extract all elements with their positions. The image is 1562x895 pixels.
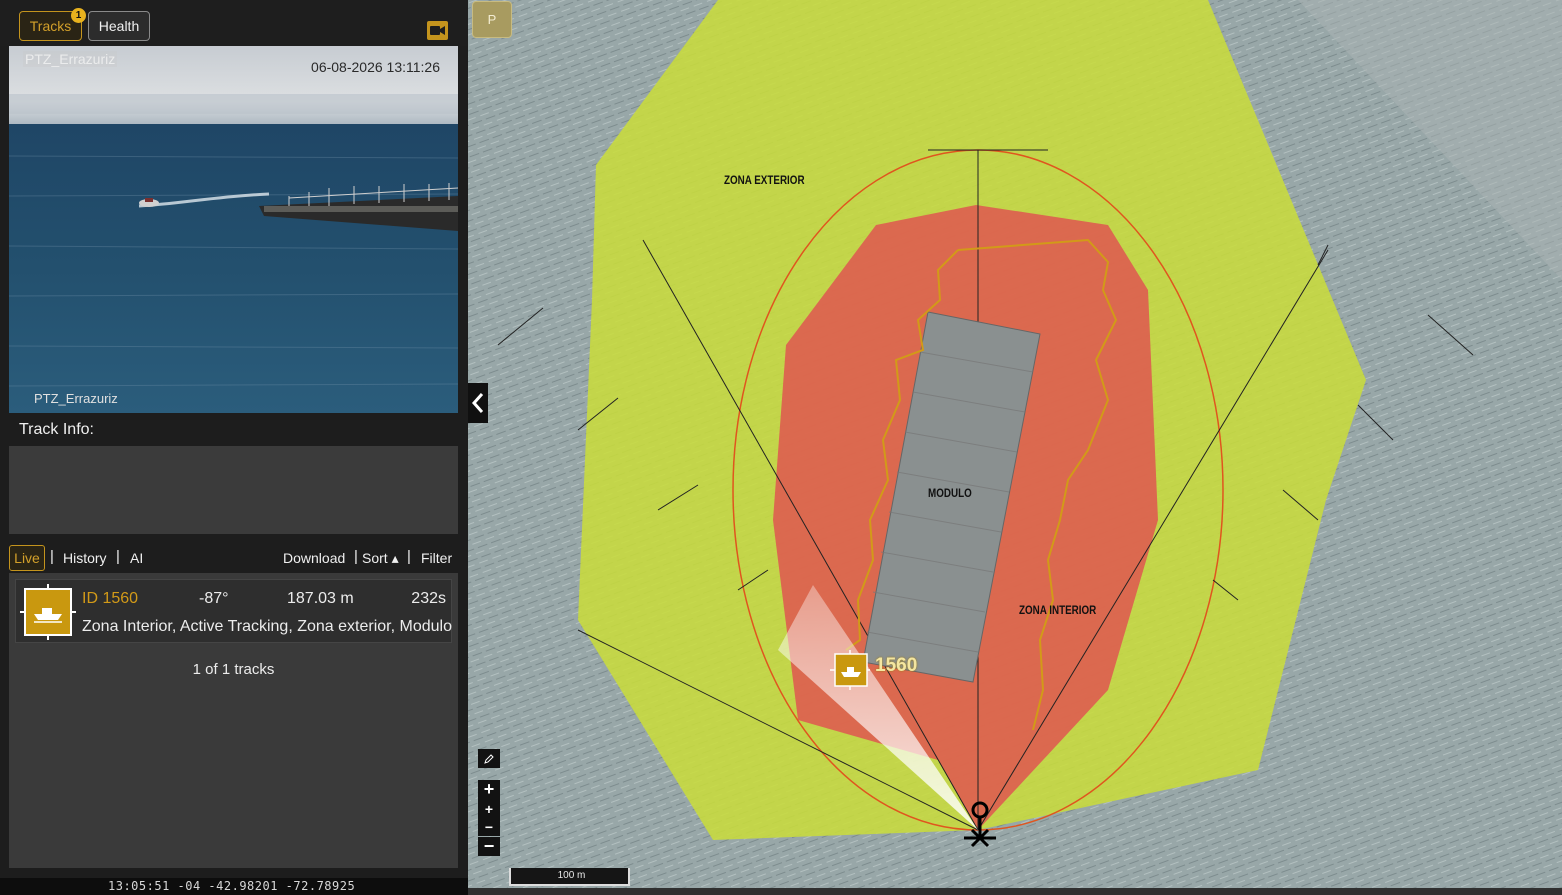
video-camera-icon[interactable] xyxy=(427,21,448,40)
status-bar: 13:05:51 -04 -42.98201 -72.78925 xyxy=(0,878,468,895)
track-filter-bar: Live | History | AI Download | Sort ▴ | … xyxy=(9,545,458,571)
camera-name-overlay: PTZ_Errazuriz xyxy=(23,51,118,67)
edit-icon-button[interactable] xyxy=(478,749,500,768)
zoom-out-button[interactable]: − xyxy=(478,836,500,856)
map-track-label[interactable]: 1560 xyxy=(875,655,917,677)
history-toggle[interactable]: History xyxy=(63,545,107,571)
separator: | xyxy=(354,548,358,565)
chevron-left-icon xyxy=(471,393,484,413)
sort-button[interactable]: Sort ▴ xyxy=(362,545,399,571)
zoom-in-button[interactable]: + xyxy=(478,779,500,799)
track-1560-marker xyxy=(830,650,870,690)
track-list: ID 1560 -87° 187.03 m 232s Zona Interior… xyxy=(9,573,458,868)
tracks-count-badge: 1 xyxy=(71,8,86,23)
map-canvas xyxy=(468,0,1562,888)
track-list-item[interactable]: ID 1560 -87° 187.03 m 232s Zona Interior… xyxy=(15,579,452,643)
left-panel: Tracks 1 Health PTZ_Errazuriz 06-08-2026… xyxy=(0,0,468,895)
scale-label: 100 m xyxy=(557,870,586,881)
map-scale-bar: 100 m xyxy=(509,868,630,886)
track-zones: Zona Interior, Active Tracking, Zona ext… xyxy=(82,618,452,635)
filter-button[interactable]: Filter xyxy=(421,545,452,571)
video-frame xyxy=(9,46,458,413)
separator: | xyxy=(407,548,411,565)
live-toggle[interactable]: Live xyxy=(9,545,45,571)
download-button[interactable]: Download xyxy=(283,545,345,571)
separator: | xyxy=(116,548,120,565)
separator: | xyxy=(50,548,54,565)
camera-video-feed[interactable]: PTZ_Errazuriz 06-08-2026 13:11:26 PTZ_Er… xyxy=(9,46,458,413)
ai-toggle[interactable]: AI xyxy=(130,545,143,571)
p-button[interactable]: P xyxy=(472,1,512,38)
zoom-out-small-button[interactable]: − xyxy=(478,817,500,836)
track-id: ID 1560 xyxy=(82,590,139,607)
tab-bar: Tracks 1 Health xyxy=(0,0,468,46)
track-info-panel xyxy=(9,446,458,534)
zona-interior-label: ZONA INTERIOR xyxy=(1019,603,1097,617)
track-range: 187.03 m xyxy=(287,590,354,607)
track-age: 232s xyxy=(411,590,446,607)
zoom-in-small-button[interactable]: + xyxy=(478,799,500,818)
track-info-title: Track Info: xyxy=(19,421,94,438)
boat-track-icon xyxy=(20,584,76,640)
pencil-icon xyxy=(484,753,494,764)
map-bottom-strip xyxy=(468,888,1562,895)
tab-health[interactable]: Health xyxy=(88,11,150,41)
map-view[interactable]: ZONA EXTERIOR MODULO ZONA INTERIOR 1560 … xyxy=(468,0,1562,888)
collapse-panel-button[interactable] xyxy=(468,383,488,423)
camera-name-caption: PTZ_Errazuriz xyxy=(34,391,118,406)
app-window: Tracks 1 Health PTZ_Errazuriz 06-08-2026… xyxy=(0,0,1562,895)
track-bearing: -87° xyxy=(199,590,229,607)
modulo-label: MODULO xyxy=(928,486,972,500)
track-count: 1 of 1 tracks xyxy=(192,661,275,678)
video-timestamp: 06-08-2026 13:11:26 xyxy=(311,59,440,75)
status-coordinates: 13:05:51 -04 -42.98201 -72.78925 xyxy=(108,879,356,893)
zona-exterior-label: ZONA EXTERIOR xyxy=(724,173,805,187)
